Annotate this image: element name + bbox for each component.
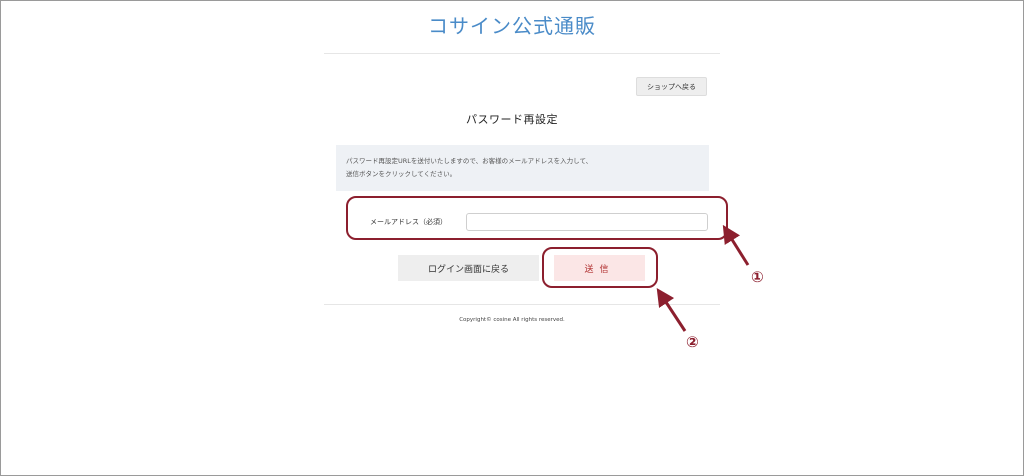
- site-title[interactable]: コサイン公式通販: [0, 10, 1024, 39]
- footer-divider: [324, 304, 720, 305]
- email-label: メールアドレス（必須）: [370, 218, 447, 226]
- notice-line-2: 送信ボタンをクリックしてください。: [346, 170, 457, 178]
- notice-line-1: パスワード再設定URLを送付いたしますので、お客様のメールアドレスを入力して、: [346, 157, 593, 165]
- copyright-text: Copyright© cosine All rights reserved.: [459, 317, 565, 323]
- header-divider: [324, 53, 720, 54]
- back-to-login-button[interactable]: ログイン画面に戻る: [398, 255, 539, 281]
- annotation-marker-1: ①: [751, 268, 764, 286]
- submit-button[interactable]: 送信: [554, 255, 645, 281]
- annotation-marker-2: ②: [686, 333, 699, 351]
- page-title: パスワード再設定: [466, 113, 558, 126]
- email-input[interactable]: [466, 213, 708, 231]
- back-to-shop-button[interactable]: ショップへ戻る: [636, 77, 707, 96]
- instruction-notice: パスワード再設定URLを送付いたしますので、お客様のメールアドレスを入力して、 …: [336, 145, 709, 191]
